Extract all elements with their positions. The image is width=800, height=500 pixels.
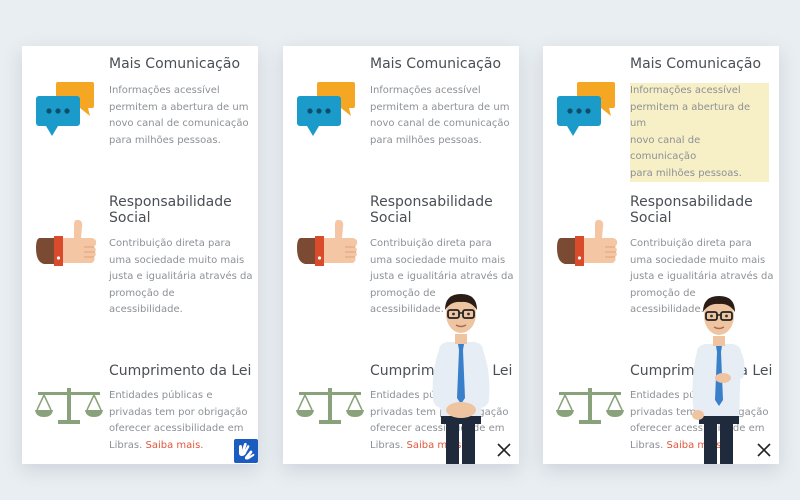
benefit-title: Responsabilidade Social [109, 194, 254, 226]
desc-line: para milhões pessoas. [370, 134, 482, 146]
desc-line: promoção de [109, 287, 175, 299]
desc-line: novo canal de comunicação [630, 134, 701, 163]
info-panel-default: Mais Comunicação Informações acessível p… [22, 46, 258, 464]
title-line: Social [109, 210, 151, 226]
scale-justice-icon [556, 388, 624, 424]
desc-line: uma sociedade muito mais [370, 254, 506, 266]
close-icon[interactable] [756, 442, 772, 458]
desc-line: justa e igualitária através da [630, 271, 774, 282]
scale-justice-icon [296, 388, 364, 424]
desc-line: permitem a abertura de um [109, 101, 249, 113]
desc-line: justa e igualitária através da [370, 271, 514, 282]
thumbs-up-icon [36, 219, 97, 266]
desc-line: Entidades públicas e [109, 390, 213, 401]
title-line: Social [630, 210, 672, 226]
chat-bubbles-icon [36, 82, 94, 136]
chat-bubbles-icon [557, 82, 615, 136]
sign-language-avatar [432, 294, 490, 464]
desc-line: Informações acessível [370, 85, 481, 96]
benefit-title: Cumprimento da Lei [109, 363, 252, 379]
title-line: Responsabilidade [370, 194, 493, 210]
title-line: Social [370, 210, 412, 226]
desc-line: novo canal de comunicação [370, 118, 510, 129]
title-line: Responsabilidade [630, 194, 753, 210]
thumbs-up-icon [557, 219, 618, 266]
desc-line: uma sociedade muito mais [630, 254, 766, 266]
sign-language-hands-icon [239, 442, 255, 460]
desc-line: para milhões pessoas. [109, 134, 221, 146]
saiba-mais-link[interactable]: Saiba mais. [146, 440, 204, 451]
desc-line: Informações acessível [109, 85, 220, 96]
title-line: Responsabilidade [109, 194, 232, 210]
desc-line: privadas tem por obrigação [109, 406, 248, 418]
desc-line: acessibilidade. [109, 304, 183, 315]
benefit-description: Contribuição direta para uma sociedade m… [109, 236, 255, 319]
benefit-description: Informações acessível permitem a abertur… [370, 83, 516, 149]
benefit-title: Responsabilidade Social [630, 194, 775, 226]
desc-line: novo canal de comunicação [109, 118, 249, 129]
sign-language-avatar [692, 296, 745, 464]
close-icon[interactable] [496, 442, 512, 458]
info-panel-avatar: Mais Comunicação Informações acessível p… [283, 46, 519, 464]
benefit-title: Responsabilidade Social [370, 194, 515, 226]
desc-text: Libras. [370, 439, 404, 451]
benefit-description-highlighted[interactable]: Informações acessível permitem a abertur… [630, 83, 769, 182]
desc-line: justa e igualitária através da [109, 271, 253, 282]
desc-line: permitem a abertura de um [630, 101, 751, 130]
chat-bubbles-icon [297, 82, 355, 136]
thumbs-up-icon [297, 219, 358, 266]
scale-justice-icon [35, 388, 103, 424]
benefit-title: Mais Comunicação [370, 56, 502, 72]
benefit-title: Mais Comunicação [630, 56, 762, 72]
info-panel-avatar-signing: Mais Comunicação Informações acessível p… [543, 46, 779, 464]
benefit-description: Informações acessível permitem a abertur… [109, 83, 255, 149]
desc-text: Libras. [630, 439, 664, 451]
benefit-title: Mais Comunicação [109, 56, 241, 72]
desc-text: Libras. [109, 439, 143, 451]
desc-line: oferecer acessibilidade em [109, 423, 244, 434]
vlibras-accessibility-button[interactable] [234, 439, 258, 463]
desc-line: uma sociedade muito mais [109, 254, 245, 266]
desc-line: Contribuição direta para [630, 238, 752, 249]
desc-line: Contribuição direta para [109, 238, 231, 249]
desc-line: Informações acessível [630, 85, 741, 96]
desc-line: permitem a abertura de um [370, 101, 510, 113]
desc-line: Contribuição direta para [370, 238, 492, 249]
desc-line: para milhões pessoas. [630, 167, 742, 179]
